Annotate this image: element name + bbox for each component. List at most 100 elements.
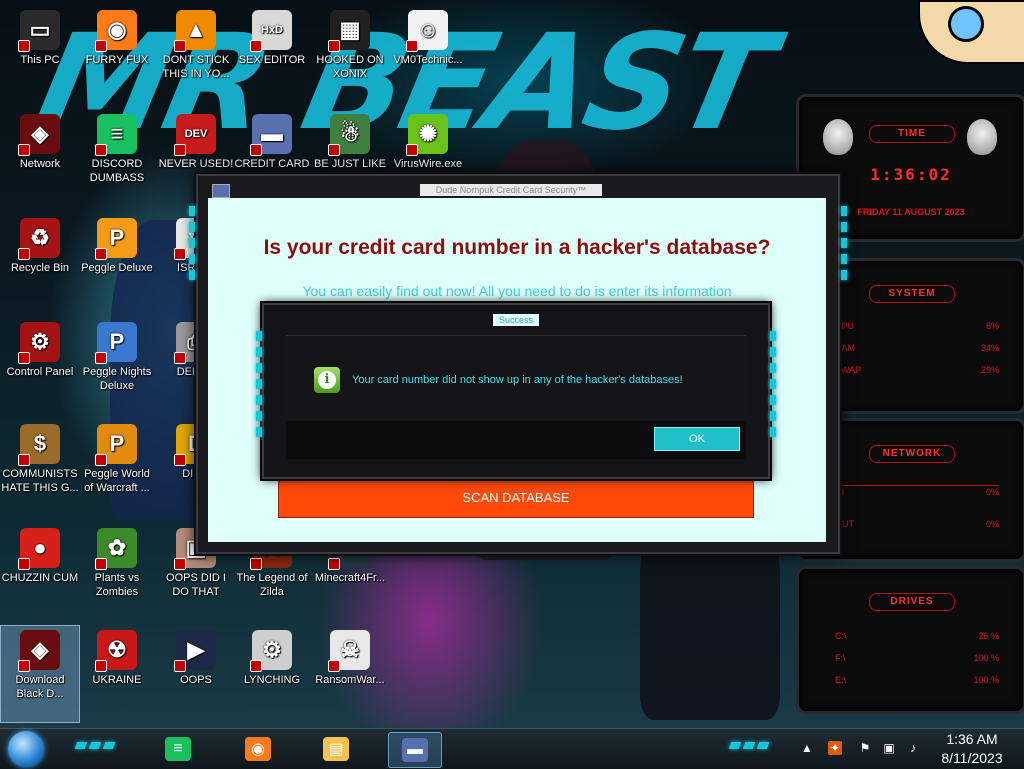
desktop-icon-label: OOPS DID I DO THAT	[166, 572, 226, 598]
success-dialog[interactable]: Success i Your card number did not show …	[256, 303, 776, 479]
desktop-icon-label: OOPS	[180, 674, 212, 686]
desktop-icon[interactable]: ◈ Network	[1, 110, 79, 206]
desktop-icon-label: Recycle Bin	[10, 262, 70, 274]
desktop-icon-label: CHUZZIN CUM	[1, 572, 79, 584]
headline: Is your credit card number in a hacker's…	[263, 236, 771, 259]
desktop-icon[interactable]: ≡ DISCORD DUMBASS	[78, 110, 156, 206]
network-row-value: 0%	[985, 487, 999, 497]
doctor-icon: ☺	[406, 10, 448, 52]
scan-database-button[interactable]: SCAN DATABASE	[278, 478, 754, 518]
shortcut-arrow-icon	[250, 660, 262, 672]
taskbar-clock[interactable]: 1:36 AM 8/11/2023	[930, 730, 1014, 768]
drives-widget: DRIVES C:\ 26 % F:\ 100 % E:\ 100 %	[796, 566, 1024, 714]
lime-icon: ✺	[406, 114, 448, 156]
desktop-icon-label: HOOKED ON XONIX	[316, 54, 384, 80]
desktop-icon[interactable]: ▦ HOOKED ON XONIX	[311, 6, 389, 102]
shortcut-arrow-icon	[95, 660, 107, 672]
network-widget-title: NETWORK	[869, 445, 955, 463]
desktop-icon[interactable]: ☺ VM0Technic...	[389, 6, 467, 102]
firefox-icon: ◉	[95, 10, 137, 52]
desktop-icon[interactable]: P Peggle Nights Deluxe	[78, 318, 156, 414]
drive-row-label: F:\	[835, 653, 846, 663]
info-icon: i	[314, 367, 340, 393]
desktop-icon[interactable]: ● CHUZZIN CUM	[1, 524, 79, 620]
control-panel-icon: ⚙	[18, 322, 60, 364]
santa-icon: ☃	[328, 114, 370, 156]
desktop-icon[interactable]: ♻ Recycle Bin	[1, 214, 79, 310]
xonix-game-icon: ▦	[328, 10, 370, 52]
shortcut-arrow-icon	[18, 660, 30, 672]
desktop-icon[interactable]: ▶ OOPS	[157, 626, 235, 722]
skull-icon: ☠	[328, 630, 370, 672]
desktop-icon-label: FURRY FUX	[85, 54, 149, 66]
taskbar-chat-app[interactable]: ≡	[152, 732, 204, 766]
desktop-icon[interactable]: ☠ RansomWar...	[311, 626, 389, 722]
network-row-in: IN0%	[835, 487, 999, 497]
shortcut-arrow-icon	[95, 558, 107, 570]
system-row-value: 29%	[980, 365, 999, 375]
desktop-icon[interactable]: HxD SEX EDITOR	[233, 6, 311, 102]
chat-bubble-icon: ≡	[165, 737, 191, 761]
shortcut-arrow-icon	[18, 454, 30, 466]
system-row-cpu: CPU 6%	[835, 321, 999, 331]
network-icon[interactable]: ▣	[882, 741, 896, 755]
shortcut-arrow-icon	[174, 248, 186, 260]
tray-app-icon[interactable]: ✦	[828, 741, 842, 755]
dialog-body: i Your card number did not show up in an…	[286, 335, 746, 422]
desktop-icon[interactable]: ⚙ Control Panel	[1, 318, 79, 414]
dialog-left-lights	[256, 331, 262, 443]
desktop-icon-label: RansomWar...	[315, 674, 385, 686]
credit-card-icon: ▬	[402, 738, 428, 762]
desktop-icon-label: Network	[19, 158, 61, 170]
window-title: Dude Nornpuk Credit Card Security™	[420, 184, 602, 196]
alienware-network-icon: ◈	[18, 114, 60, 156]
desktop-icon[interactable]: ✿ Plants vs Zombies	[78, 524, 156, 620]
flag-icon[interactable]: ⚑	[858, 741, 872, 755]
window-left-lights	[189, 206, 195, 286]
credit-card-icon: ▬	[250, 114, 292, 156]
volume-icon[interactable]: ♪	[906, 741, 920, 755]
drive-row-value: 100 %	[973, 653, 999, 663]
gear-network-icon: ⚙	[250, 630, 292, 672]
network-row-value: 0%	[985, 519, 999, 529]
shortcut-arrow-icon	[250, 558, 262, 570]
computer-icon: ▭	[18, 10, 60, 52]
show-hidden-icons-icon[interactable]: ▲	[800, 741, 814, 755]
shortcut-arrow-icon	[406, 144, 418, 156]
shortcut-arrow-icon	[328, 144, 340, 156]
desktop-icon[interactable]: ◉ FURRY FUX	[78, 6, 156, 102]
desktop-icon-label: This PC	[20, 54, 60, 66]
shortcut-arrow-icon	[406, 40, 418, 52]
taskbar-credit-card-app[interactable]: ▬	[388, 732, 442, 768]
start-button[interactable]	[8, 731, 44, 767]
drive-row-f: F:\ 100 %	[835, 653, 999, 663]
money-bag-icon: $	[18, 424, 60, 466]
dialog-message: Your card number did not show up in any …	[352, 374, 683, 386]
taskbar-file-explorer[interactable]: ▤	[310, 732, 362, 766]
shortcut-arrow-icon	[328, 660, 340, 672]
desktop-icon-label: Minecraft4Fr...	[314, 572, 386, 584]
desktop-icon[interactable]: ▲ DONT STICK THIS IN YO...	[157, 6, 235, 102]
chuzzle-icon: ●	[18, 528, 60, 570]
desktop-icon[interactable]: $ COMMUNISTS HATE THIS G...	[1, 420, 79, 516]
desktop-icon-label: VM0Technic...	[393, 54, 463, 66]
radiation-icon: ☢	[95, 630, 137, 672]
shortcut-arrow-icon	[18, 248, 30, 260]
desktop-icon[interactable]: P Peggle World of Warcraft ...	[78, 420, 156, 516]
desktop-icon[interactable]: ⚙ LYNCHING	[233, 626, 311, 722]
desktop-icon-label: Plants vs Zombies	[94, 572, 140, 598]
desktop-icon-label: DONT STICK THIS IN YO...	[162, 54, 230, 80]
system-row-value: 34%	[980, 343, 999, 353]
taskbar-firefox[interactable]: ◉	[232, 732, 284, 766]
drives-widget-title: DRIVES	[869, 593, 955, 611]
desktop-icon[interactable]: ◈ Download Black D...	[0, 625, 80, 723]
shortcut-arrow-icon	[250, 40, 262, 52]
desktop-icon[interactable]: ▭ This PC	[1, 6, 79, 102]
ok-button[interactable]: OK	[654, 427, 740, 451]
desktop-icon[interactable]: P Peggle Deluxe	[78, 214, 156, 310]
desktop-icon[interactable]: ☢ UKRAINE	[78, 626, 156, 722]
drive-row-label: E:\	[835, 675, 847, 685]
shortcut-arrow-icon	[18, 352, 30, 364]
time-widget-title: TIME	[869, 125, 955, 143]
system-row-swap: SWAP 29%	[835, 365, 999, 375]
